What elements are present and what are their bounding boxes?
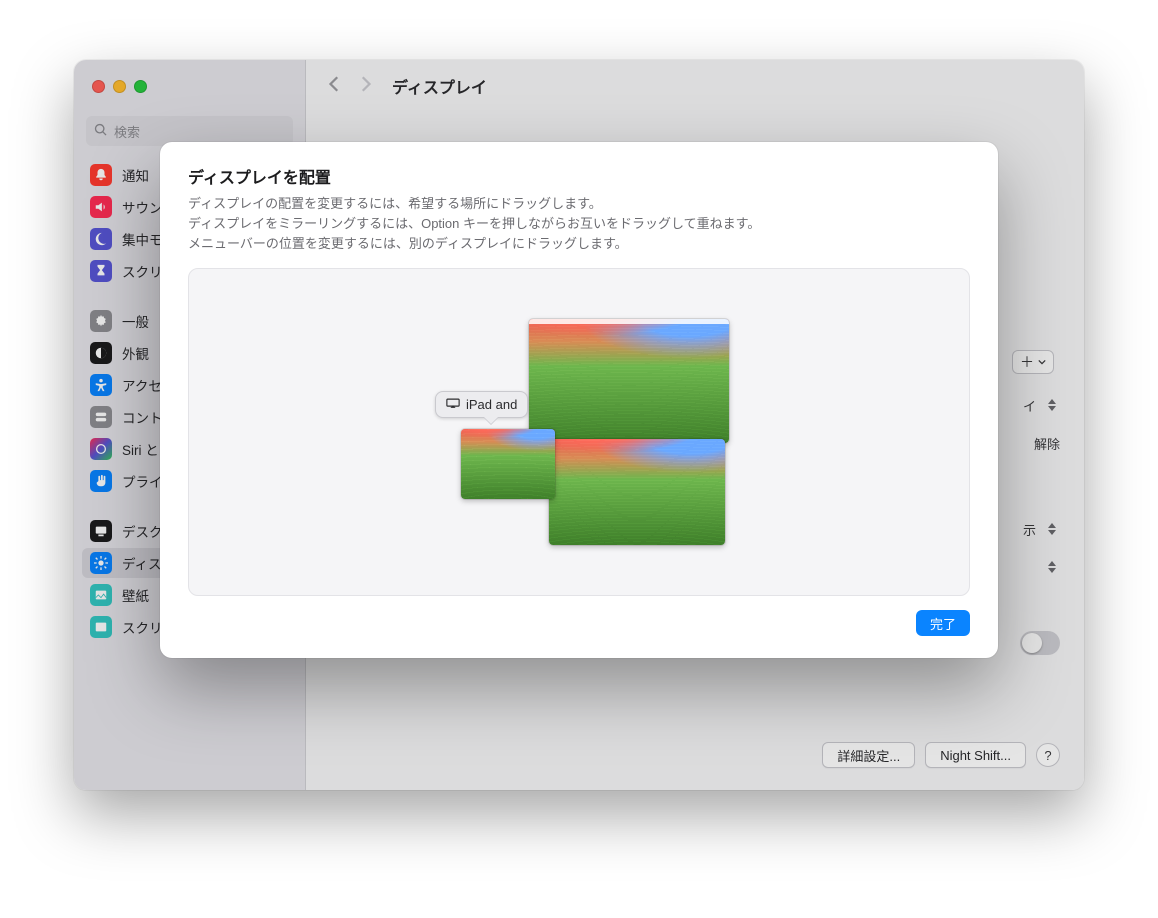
hourglass-icon: [90, 260, 112, 282]
stepper-icon: [1044, 395, 1060, 415]
night-shift-button[interactable]: Night Shift...: [925, 742, 1026, 768]
back-button[interactable]: [326, 75, 344, 98]
stepper-icon: [1044, 519, 1060, 539]
sidebar-item-label: 一般: [122, 311, 149, 331]
arrange-displays-sheet: ディスプレイを配置 ディスプレイの配置を変更するには、希望する場所にドラッグしま…: [160, 142, 998, 658]
display-thumbnail-ipad[interactable]: [461, 429, 555, 499]
bell-icon: [90, 164, 112, 186]
plus-icon: ＋: [1020, 352, 1034, 372]
sidebar-item-label: 外観: [122, 343, 149, 363]
sheet-help-line: メニューバーの位置を変更するには、別のディスプレイにドラッグします。: [188, 234, 970, 254]
appearance-icon: [90, 342, 112, 364]
system-settings-window: 検索 通知 サウンド 集中モード スクリーンタイム: [74, 60, 1084, 790]
minimize-window-button[interactable]: [113, 80, 126, 93]
screensaver-icon: [90, 616, 112, 638]
speaker-icon: [90, 196, 112, 218]
menu-bar-indicator[interactable]: [529, 319, 729, 324]
sun-icon: [90, 552, 112, 574]
airplay-icon: [446, 397, 460, 412]
zoom-window-button[interactable]: [134, 80, 147, 93]
toolbar: ディスプレイ: [306, 60, 1084, 112]
desktop-icon: [90, 520, 112, 542]
display-arrangement-area[interactable]: iPad and: [188, 268, 970, 596]
display-thumbnail-main[interactable]: [529, 319, 729, 443]
chevron-down-icon: [1038, 358, 1046, 366]
search-placeholder: 検索: [114, 122, 140, 141]
sheet-title: ディスプレイを配置: [188, 164, 970, 188]
moon-icon: [90, 228, 112, 250]
search-icon: [94, 123, 108, 140]
display-label-tooltip: iPad and: [435, 391, 528, 418]
siri-icon: [90, 438, 112, 460]
help-button[interactable]: ?: [1036, 743, 1060, 767]
option-value: 示: [1023, 520, 1036, 539]
wallpaper-icon: [90, 584, 112, 606]
hand-icon: [90, 470, 112, 492]
stepper-icon: [1044, 557, 1060, 577]
option-value: イ: [1023, 396, 1036, 415]
sidebar-item-label: 壁紙: [122, 585, 149, 605]
option-value: 解除: [1034, 434, 1060, 453]
display-thumbnail-secondary[interactable]: [549, 439, 725, 545]
window-controls: [92, 80, 147, 93]
accessibility-icon: [90, 374, 112, 396]
close-window-button[interactable]: [92, 80, 105, 93]
nav-arrows: [326, 75, 374, 98]
gear-icon: [90, 310, 112, 332]
page-title: ディスプレイ: [392, 74, 487, 98]
sidebar-item-label: 通知: [122, 165, 149, 185]
tooltip-text: iPad and: [466, 397, 517, 412]
switches-icon: [90, 406, 112, 428]
done-button[interactable]: 完了: [916, 610, 970, 636]
sheet-help-line: ディスプレイの配置を変更するには、希望する場所にドラッグします。: [188, 194, 970, 214]
forward-button[interactable]: [356, 75, 374, 98]
sheet-help-line: ディスプレイをミラーリングするには、Option キーを押しながらお互いをドラッ…: [188, 214, 970, 234]
toggle-switch[interactable]: [1020, 631, 1060, 655]
advanced-button[interactable]: 詳細設定...: [822, 742, 915, 768]
footer-buttons: 詳細設定... Night Shift... ?: [822, 742, 1060, 768]
add-display-button[interactable]: ＋: [1012, 350, 1054, 374]
